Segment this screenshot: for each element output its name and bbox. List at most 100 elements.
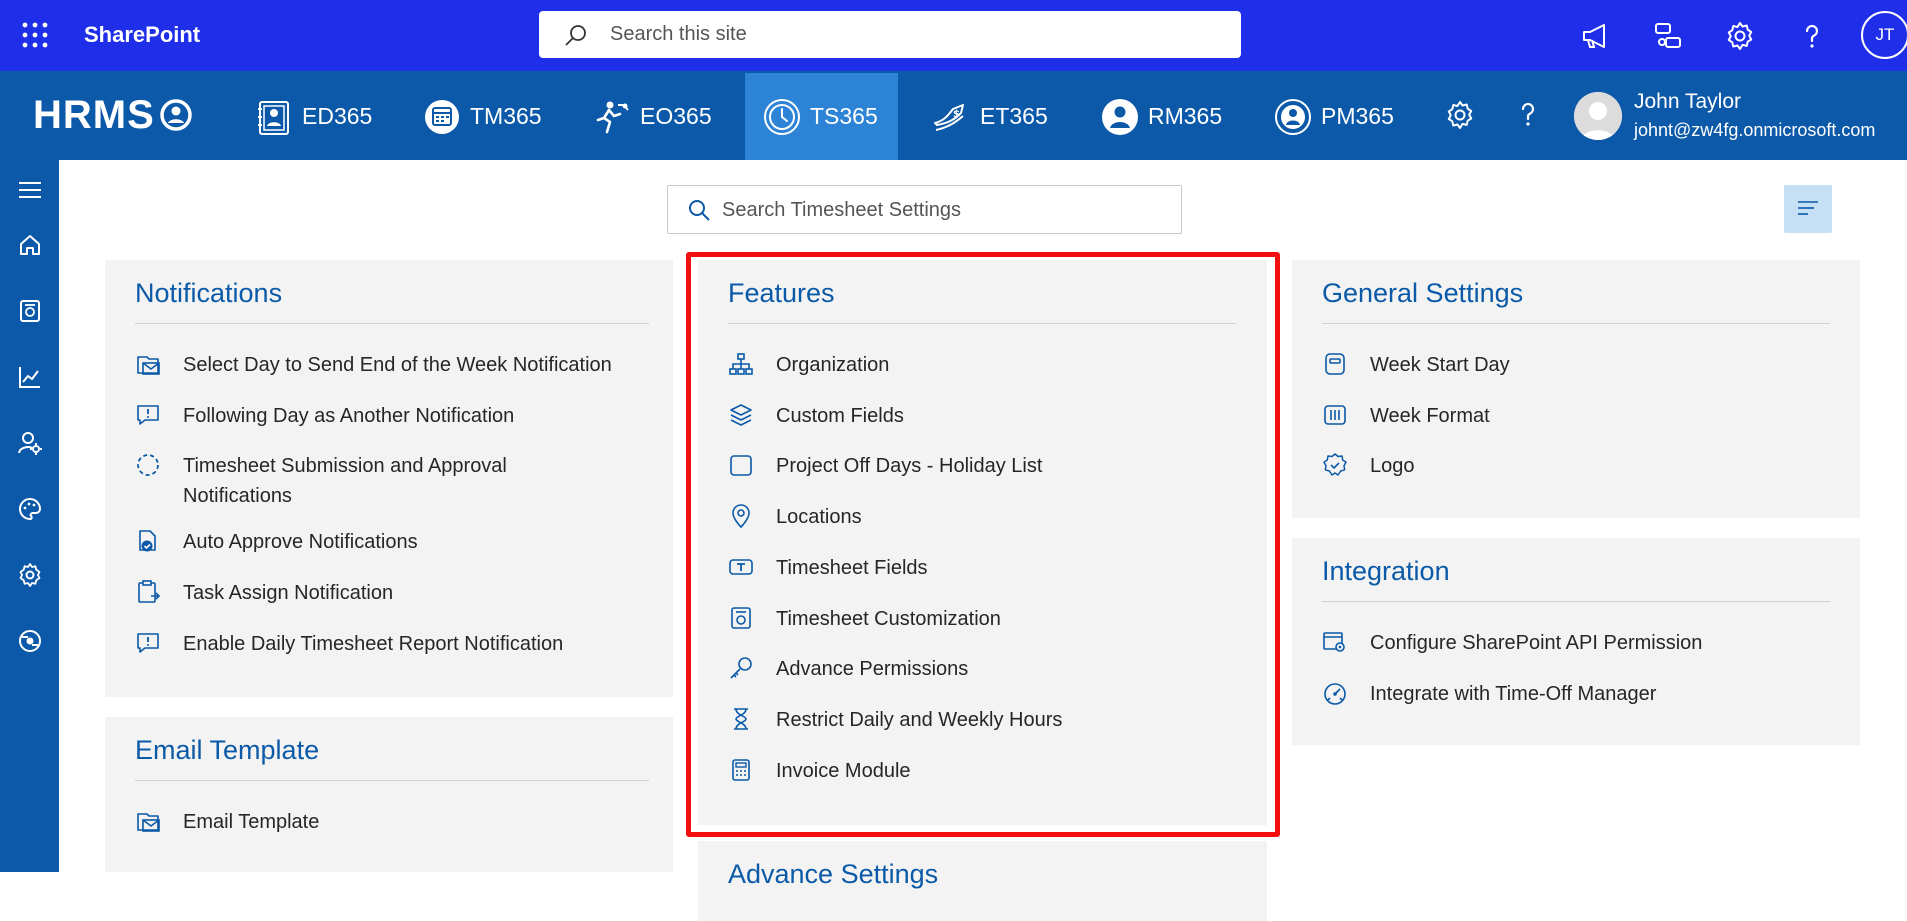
hamburger-menu-icon[interactable] [17, 177, 43, 203]
notification-daily-report[interactable]: Enable Daily Timesheet Report Notificati… [135, 629, 563, 659]
feature-organization[interactable]: Organization [728, 350, 889, 380]
item-label: Invoice Module [776, 760, 911, 782]
nav-tab-ts365[interactable]: TS365 [745, 73, 898, 160]
alert-message-icon [137, 633, 159, 653]
item-label: Advance Permissions [776, 658, 969, 680]
divider [1322, 601, 1830, 602]
timesheet-icon[interactable] [17, 298, 43, 324]
employee-directory-icon [258, 100, 289, 135]
settings-icon[interactable] [17, 562, 43, 588]
window-settings-icon [1323, 632, 1345, 652]
task-manager-icon [425, 99, 459, 134]
user-name: John Taylor [1634, 90, 1742, 113]
item-label: Following Day as Another Notification [183, 405, 515, 427]
email-template-item[interactable]: Email Template [135, 807, 319, 837]
dashed-circle-icon [137, 454, 159, 476]
divider [728, 323, 1236, 324]
integrations-icon[interactable] [17, 628, 43, 654]
employee-onboarding-icon [596, 101, 629, 133]
advance-settings-title: Advance Settings [728, 859, 939, 889]
integration-sharepoint-api[interactable]: Configure SharePoint API Permission [1322, 628, 1702, 658]
general-week-format[interactable]: Week Format [1322, 401, 1490, 431]
feature-advance-permissions[interactable]: Advance Permissions [728, 654, 968, 684]
app-feedback-icon[interactable] [1652, 20, 1684, 52]
item-label: Task Assign Notification [183, 582, 394, 604]
nav-tab-tm365[interactable]: TM365 [414, 73, 554, 160]
feature-locations[interactable]: Locations [728, 502, 862, 532]
feature-timesheet-customization[interactable]: Timesheet Customization [728, 604, 1001, 634]
hrms-settings-icon[interactable] [1444, 99, 1476, 131]
nav-tab-label: ED365 [302, 103, 373, 129]
advance-settings-card: Advance Settings [698, 841, 1267, 921]
mail-folder-icon [137, 813, 160, 832]
performance-manager-icon [1275, 98, 1311, 135]
site-search-box[interactable] [539, 11, 1241, 58]
item-label: Week Start Day [1370, 354, 1510, 376]
nav-tab-label: TS365 [810, 103, 878, 129]
square-icon [730, 455, 752, 476]
general-week-start-day[interactable]: Week Start Day [1322, 350, 1510, 380]
palette-icon[interactable] [17, 496, 43, 522]
item-label: Organization [776, 354, 890, 376]
general-settings-card: General Settings Week Start Day Week For… [1292, 260, 1860, 518]
columns-icon [1324, 405, 1346, 425]
search-icon [689, 200, 710, 221]
timesheet-settings-search[interactable] [667, 185, 1182, 234]
nav-tab-pm365[interactable]: PM365 [1271, 73, 1411, 160]
notifications-title: Notifications [135, 278, 283, 308]
app-launcher-icon[interactable] [22, 22, 48, 48]
account-avatar[interactable]: JT [1861, 11, 1907, 59]
integration-card: Integration Configure SharePoint API Per… [1292, 538, 1860, 745]
general-logo[interactable]: Logo [1322, 451, 1415, 481]
logo-user-icon [160, 99, 192, 131]
settings-search-input[interactable] [722, 196, 1162, 224]
megaphone-icon[interactable] [1580, 20, 1612, 52]
calendar-day-icon [1325, 353, 1345, 375]
toggle-layout-button[interactable] [1784, 185, 1832, 233]
hrms-navigation-bar: HRMS ED365 TM365 EO365 TS365 $ ET365 RM3… [0, 71, 1907, 160]
feature-restrict-hours[interactable]: Restrict Daily and Weekly Hours [728, 705, 1062, 735]
logo-text: HRMS [33, 92, 155, 137]
features-title: Features [728, 278, 835, 308]
nav-tab-rm365[interactable]: RM365 [1098, 73, 1238, 160]
nav-tab-eo365[interactable]: EO365 [584, 73, 734, 160]
notifications-card: Notifications Select Day to Send End of … [105, 260, 673, 697]
nav-tab-label: EO365 [640, 103, 712, 129]
item-label: Timesheet Fields [776, 557, 928, 579]
sharepoint-title[interactable]: SharePoint [84, 22, 200, 48]
notification-end-of-week[interactable]: Select Day to Send End of the Week Notif… [135, 350, 612, 380]
email-template-title: Email Template [135, 735, 320, 765]
feature-project-off-days[interactable]: Project Off Days - Holiday List [728, 451, 1042, 481]
clipboard-arrow-icon [138, 580, 161, 603]
hourglass-icon [734, 708, 748, 730]
user-avatar[interactable] [1574, 92, 1622, 140]
divider [135, 780, 649, 781]
nav-tab-label: RM365 [1148, 103, 1223, 129]
item-label: Timesheet Submission and Approval Notifi… [183, 455, 507, 507]
help-icon[interactable] [1796, 20, 1828, 52]
reports-chart-icon[interactable] [17, 364, 43, 390]
item-label: Custom Fields [776, 405, 904, 427]
item-label: Timesheet Customization [776, 608, 1001, 630]
settings-gear-icon[interactable] [1724, 20, 1756, 52]
item-label: Configure SharePoint API Permission [1370, 632, 1703, 654]
home-icon[interactable] [17, 232, 43, 258]
integration-time-off-manager[interactable]: Integrate with Time-Off Manager [1322, 679, 1656, 709]
nav-tab-et365[interactable]: $ ET365 [926, 73, 1066, 160]
item-label: Restrict Daily and Weekly Hours [776, 709, 1063, 731]
nav-tab-ed365[interactable]: ED365 [246, 73, 376, 160]
feature-timesheet-fields[interactable]: Timesheet Fields [728, 553, 928, 583]
badge-check-icon [1323, 453, 1347, 476]
hrms-logo[interactable]: HRMS [33, 92, 193, 137]
notification-following-day[interactable]: Following Day as Another Notification [135, 401, 514, 431]
item-label: Auto Approve Notifications [183, 531, 418, 553]
text-field-icon [729, 559, 753, 575]
site-search-input[interactable] [610, 19, 1210, 49]
feature-custom-fields[interactable]: Custom Fields [728, 401, 904, 431]
notification-submission-approval[interactable]: Timesheet Submission and Approval Notifi… [135, 451, 575, 511]
notification-task-assign[interactable]: Task Assign Notification [135, 578, 393, 608]
feature-invoice-module[interactable]: Invoice Module [728, 756, 911, 786]
hrms-help-icon[interactable] [1512, 99, 1544, 131]
notification-auto-approve[interactable]: Auto Approve Notifications [135, 527, 418, 557]
user-settings-icon[interactable] [17, 430, 43, 456]
